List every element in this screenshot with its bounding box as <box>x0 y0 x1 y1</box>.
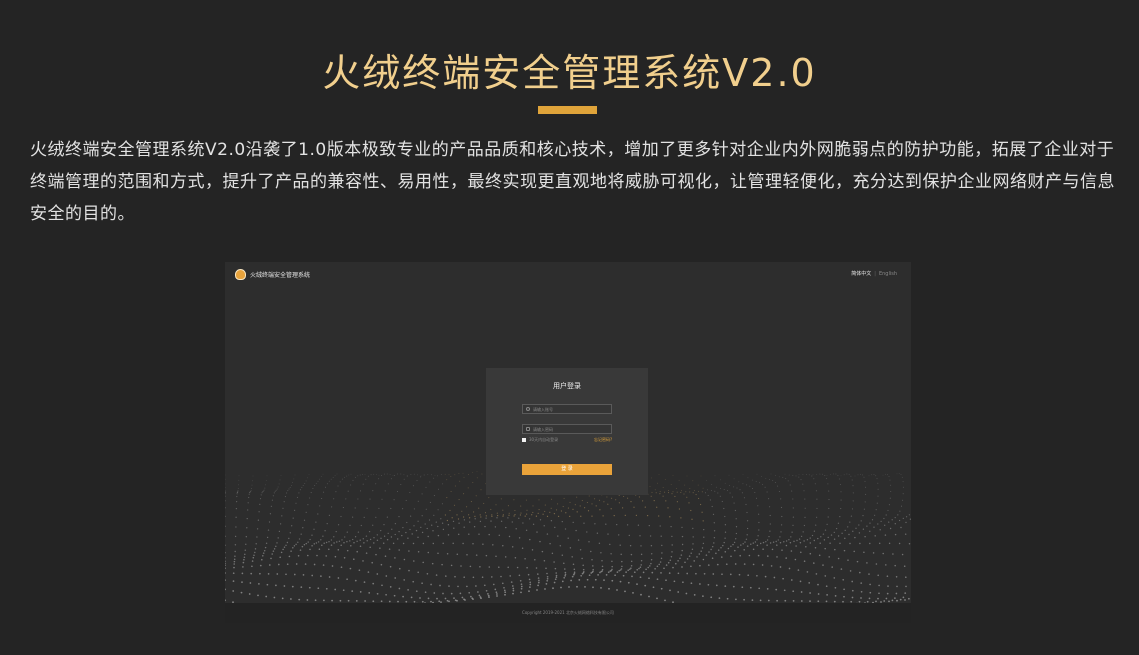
remember-label: 30天内自动登录 <box>529 437 559 442</box>
app-name: 火绒终端安全管理系统 <box>250 272 311 279</box>
title-underline <box>538 106 597 114</box>
login-title: 用户登录 <box>553 382 581 390</box>
login-button[interactable]: 登 录 <box>522 464 612 475</box>
page-title: 火绒终端安全管理系统V2.0 <box>322 51 817 95</box>
lock-icon <box>526 427 530 431</box>
login-card: 用户登录 30天内自动登录 忘记密码? 登 录 <box>486 368 648 495</box>
user-icon <box>526 407 530 411</box>
lang-english[interactable]: English <box>879 271 897 277</box>
username-input[interactable] <box>533 405 609 413</box>
lang-chinese[interactable]: 简体中文 <box>851 271 871 277</box>
lang-separator: | <box>874 271 876 277</box>
remember-checkbox[interactable] <box>522 438 526 442</box>
login-screenshot: 火绒终端安全管理系统 简体中文|English 用户登录 30天内自动登录 忘记… <box>225 262 911 623</box>
forgot-password-link[interactable]: 忘记密码? <box>594 437 612 443</box>
copyright-footer: Copyright 2019-2021 北京火绒网络科技有限公司 <box>225 603 911 623</box>
password-input[interactable] <box>533 425 609 433</box>
password-field[interactable] <box>522 424 612 434</box>
username-field[interactable] <box>522 404 612 414</box>
language-switcher: 简体中文 | English <box>851 270 897 277</box>
huorong-logo-icon <box>235 269 246 280</box>
product-description: 火绒终端安全管理系统V2.0沿袭了1.0版本极致专业的产品品质和核心技术，增加了… <box>30 140 1115 224</box>
